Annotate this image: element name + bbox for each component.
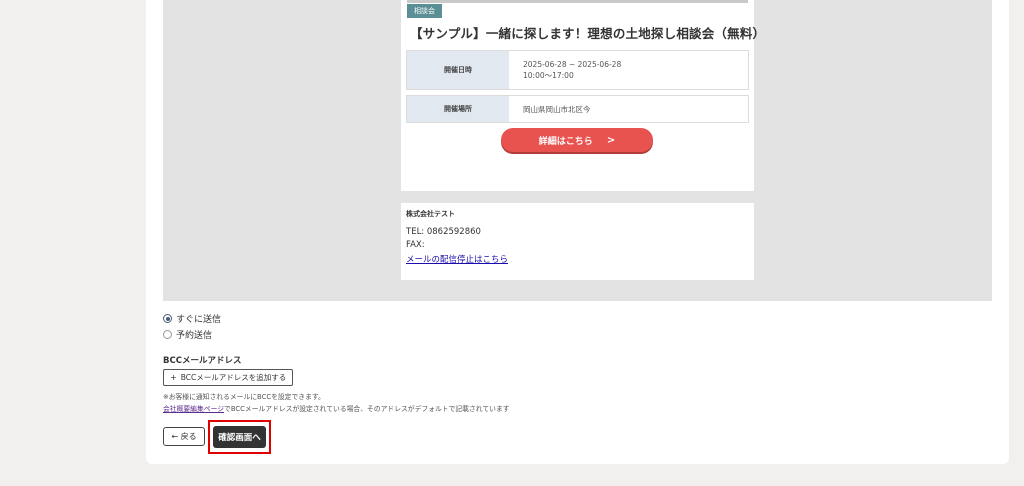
bcc-label: BCCメールアドレス — [163, 356, 242, 366]
company-tel: TEL: 0862592860 — [406, 227, 481, 237]
event-date-label: 開催日時 — [407, 51, 509, 89]
company-name: 株式会社テスト — [406, 210, 455, 218]
bcc-default-note-text: でBCCメールアドレスが設定されている場合、そのアドレスがデフォルトで記載されて… — [224, 405, 510, 413]
event-detail-label: 詳細はこちら — [538, 136, 593, 147]
event-date-value: 2025-06-28 ~ 2025-06-28 10:00〜17:00 — [509, 51, 621, 89]
event-date-range: 2025-06-28 ~ 2025-06-28 — [523, 60, 622, 69]
plus-icon: + — [170, 373, 177, 382]
event-image — [407, 0, 748, 3]
add-bcc-label: BCCメールアドレスを追加する — [180, 373, 287, 382]
event-detail-button[interactable]: 詳細はこちら > — [501, 128, 653, 152]
company-profile-link[interactable]: 会社概要編集ページ — [163, 405, 224, 413]
event-block: 相談会 【サンプル】一緒に探します！理想の土地探し相談会（無料） 開催日時 20… — [401, 0, 766, 191]
bcc-note: ※お客様に通知されるメールにBCCを設定できます。 — [163, 393, 325, 401]
event-date-row: 開催日時 2025-06-28 ~ 2025-06-28 10:00〜17:00 — [406, 50, 749, 90]
event-place-row: 開催場所 岡山県岡山市北区今 — [406, 95, 749, 123]
event-place-value: 岡山県岡山市北区今 — [509, 96, 591, 122]
event-place-text: 岡山県岡山市北区今 — [523, 104, 591, 114]
send-scheduled-option[interactable]: 予約送信 — [163, 328, 212, 341]
chevron-right-icon: > — [606, 134, 616, 146]
email-footer: 株式会社テスト TEL: 0862592860 FAX: メールの配信停止はこち… — [401, 203, 754, 280]
send-scheduled-radio[interactable] — [163, 330, 172, 339]
send-immediate-radio[interactable] — [163, 314, 172, 323]
company-fax: FAX: — [406, 240, 425, 250]
event-title: 【サンプル】一緒に探します！理想の土地探し相談会（無料） — [410, 26, 766, 41]
send-immediate-label: すぐに送信 — [176, 315, 222, 325]
event-place-label: 開催場所 — [407, 96, 509, 122]
event-tag: 相談会 — [407, 4, 442, 18]
unsubscribe-link[interactable]: メールの配信停止はこちら — [406, 253, 508, 265]
add-bcc-button[interactable]: + BCCメールアドレスを追加する — [163, 369, 294, 386]
send-scheduled-label: 予約送信 — [176, 331, 213, 341]
event-time-range: 10:00〜17:00 — [523, 71, 574, 80]
bcc-default-note: 会社概要編集ページでBCCメールアドレスが設定されている場合、そのアドレスがデフ… — [163, 403, 510, 413]
back-button[interactable]: ← 戻る — [163, 427, 205, 446]
send-immediate-option[interactable]: すぐに送信 — [163, 312, 221, 325]
confirm-button[interactable]: 確認画面へ — [213, 426, 266, 448]
